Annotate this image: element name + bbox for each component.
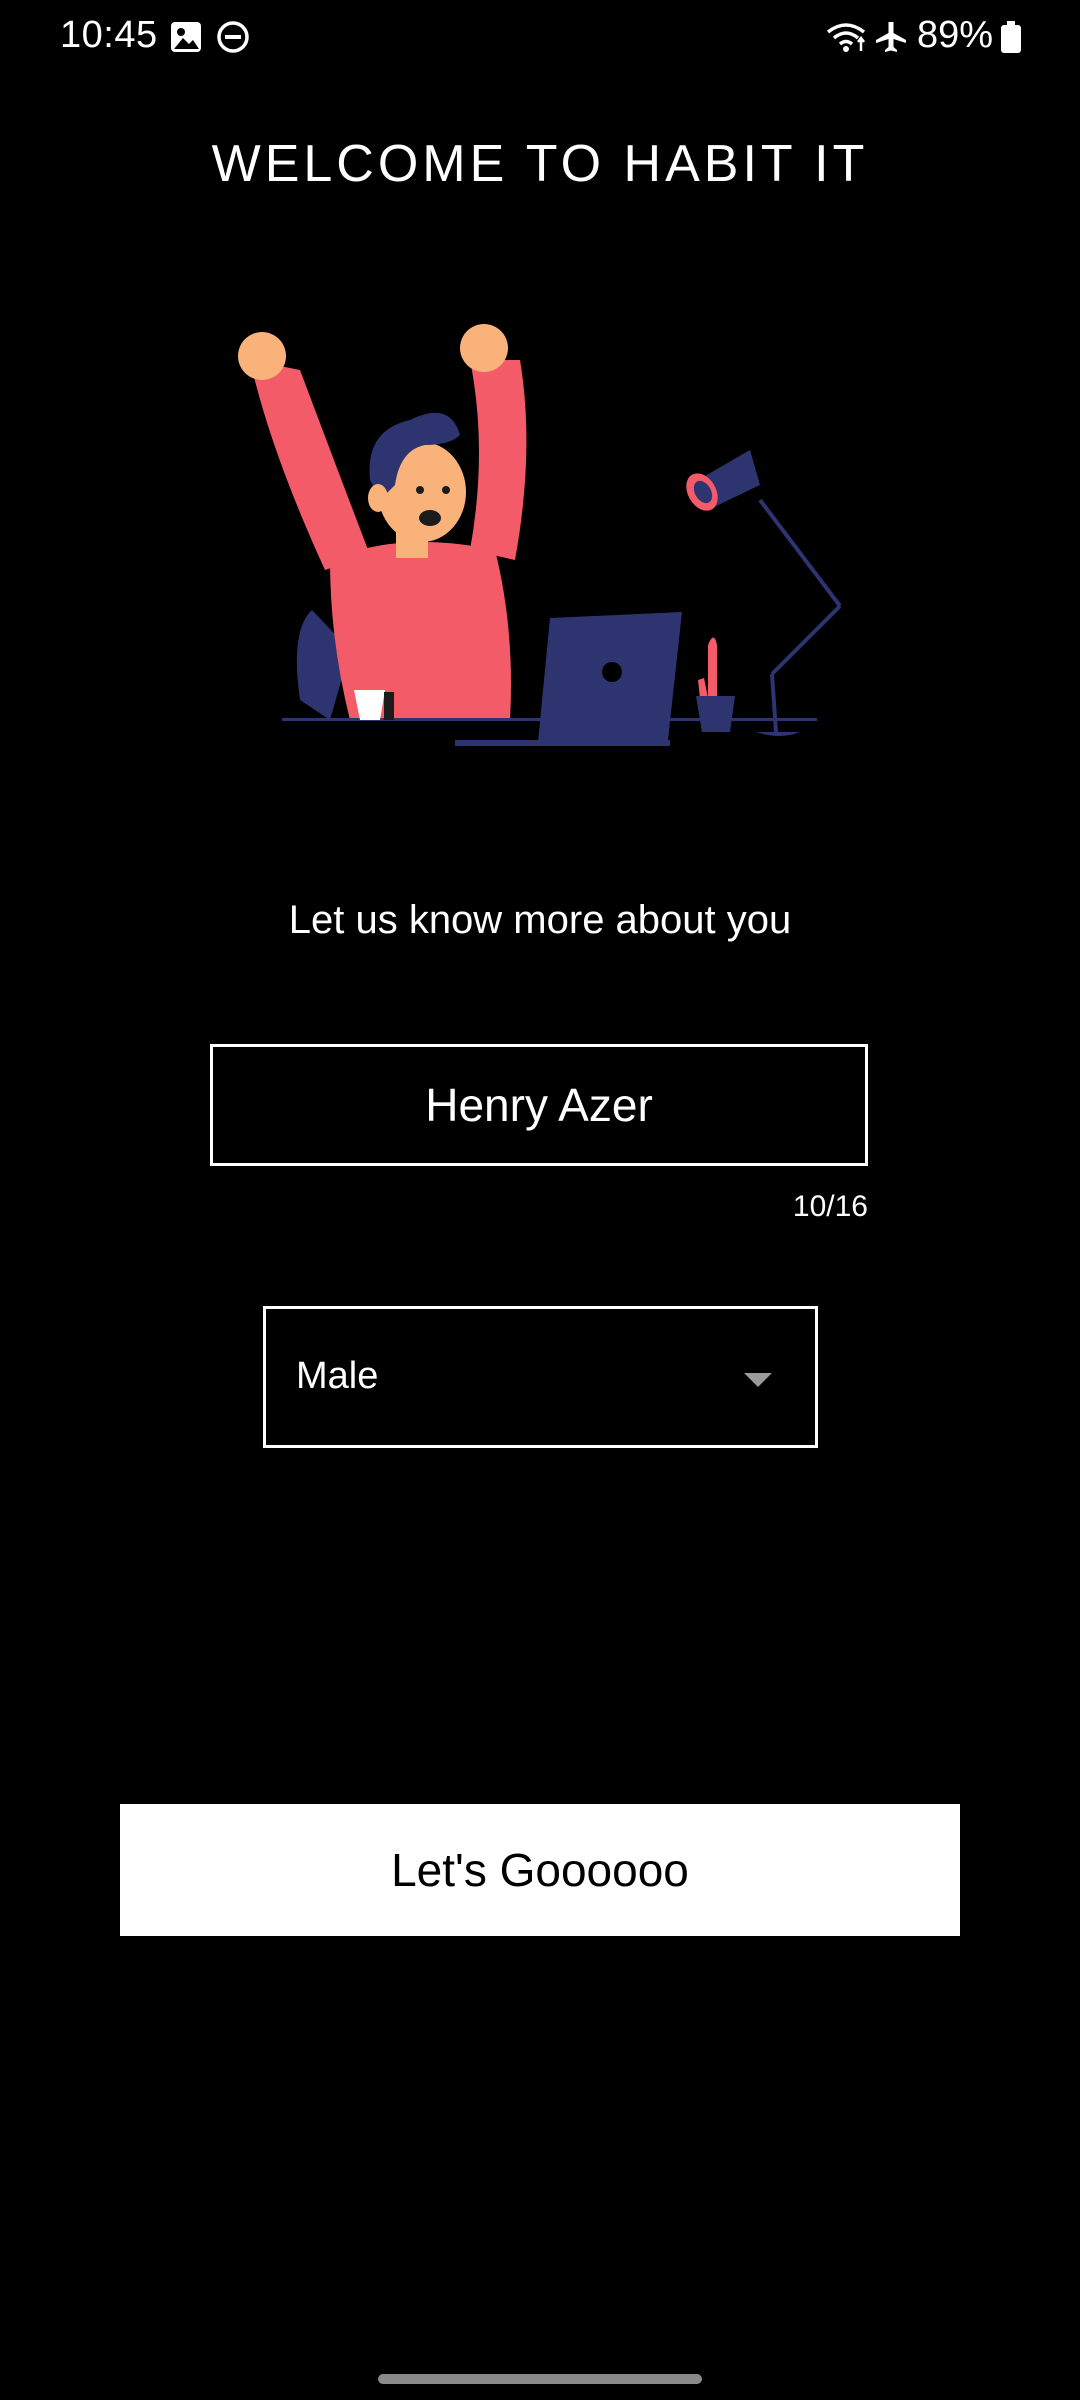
dropdown-arrow-icon bbox=[744, 1373, 772, 1387]
gallery-icon bbox=[169, 20, 203, 54]
dnd-icon bbox=[216, 20, 250, 54]
name-input[interactable] bbox=[210, 1044, 868, 1166]
celebrating-person-illustration bbox=[220, 300, 860, 760]
prompt-text: Let us know more about you bbox=[288, 898, 792, 942]
gender-dropdown[interactable]: Male bbox=[263, 1306, 818, 1448]
name-char-counter: 10/16 bbox=[792, 1190, 868, 1223]
page-title: WELCOME TO HABIT IT bbox=[211, 135, 869, 193]
wifi-icon bbox=[826, 20, 866, 54]
lets-go-button[interactable]: Let's Goooooo bbox=[120, 1804, 960, 1936]
status-bar: 10:45 89% bbox=[0, 0, 1080, 76]
airplane-icon bbox=[874, 20, 908, 54]
gender-selected-value: Male bbox=[296, 1355, 379, 1397]
battery-percent: 89% bbox=[917, 14, 994, 56]
status-time: 10:45 bbox=[60, 14, 158, 56]
home-indicator[interactable] bbox=[378, 2374, 702, 2384]
battery-icon bbox=[1000, 20, 1022, 54]
